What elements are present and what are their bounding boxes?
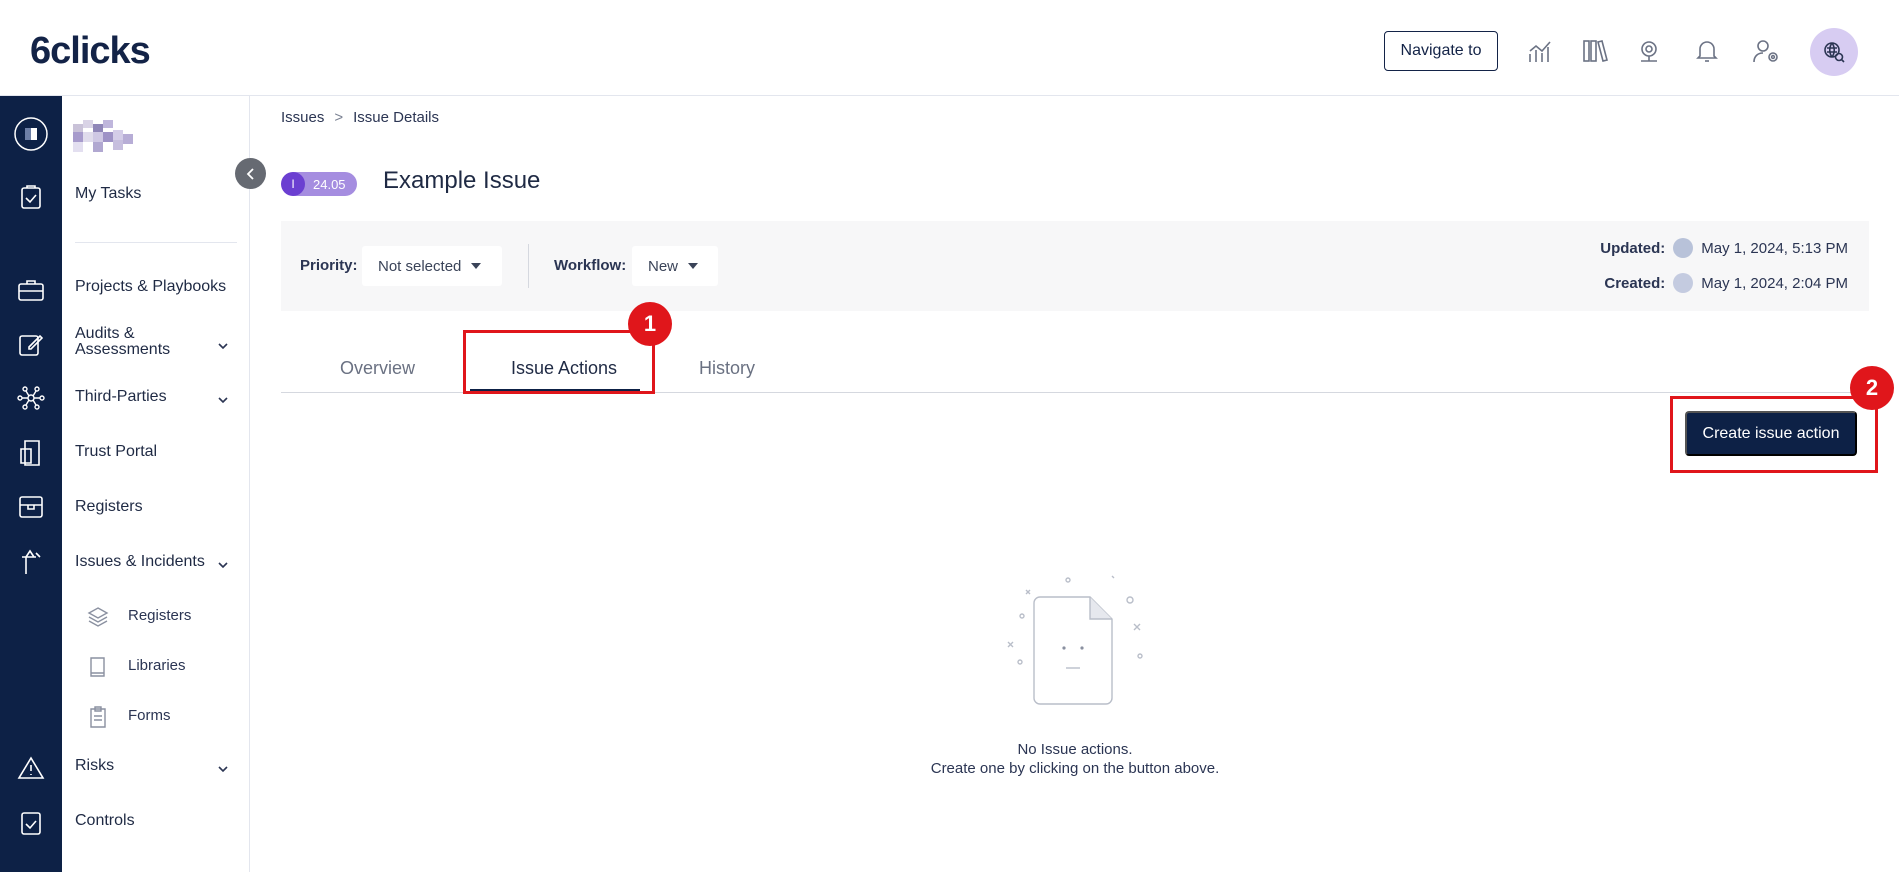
controls-icon[interactable]: [14, 806, 48, 840]
bell-icon[interactable]: [1692, 36, 1722, 66]
caret-down-icon: [471, 263, 482, 269]
sidebar-item-controls[interactable]: Controls: [75, 812, 135, 830]
chevron-down-icon[interactable]: [216, 558, 230, 572]
workflow-label: Workflow:: [554, 257, 627, 274]
breadcrumb-issues[interactable]: Issues: [281, 109, 324, 126]
book-icon: [90, 657, 105, 677]
layers-icon: [87, 607, 109, 627]
workflow-value: New: [648, 257, 679, 275]
priority-value: Not selected: [378, 257, 462, 275]
user-settings-icon[interactable]: [1752, 36, 1782, 66]
sidebar-item-third-parties[interactable]: Third-Parties: [75, 388, 167, 406]
workflow-select[interactable]: New: [632, 246, 718, 286]
callout-highlight-create-button: [1670, 396, 1878, 473]
tab-history[interactable]: History: [699, 358, 755, 379]
app-logo[interactable]: 6clicks: [30, 30, 151, 73]
breadcrumb: Issues > Issue Details: [281, 109, 439, 126]
updated-label: Updated:: [1600, 239, 1666, 257]
page-title: Example Issue: [383, 167, 541, 194]
icon-rail: [0, 96, 62, 872]
badge-letter: I: [281, 172, 305, 196]
top-header: 6clicks Navigate to: [0, 0, 1899, 96]
tab-overview[interactable]: Overview: [340, 358, 415, 379]
issue-info-bar: [281, 221, 1869, 311]
created-row: Created: May 1, 2024, 2:04 PM: [1604, 273, 1848, 293]
chevron-down-icon[interactable]: [216, 393, 230, 407]
callout-highlight-issue-actions: [463, 330, 655, 394]
updated-row: Updated: May 1, 2024, 5:13 PM: [1600, 238, 1848, 258]
sidebar-item-risks[interactable]: Risks: [75, 757, 114, 775]
callout-badge: 1: [628, 302, 672, 346]
tasks-icon[interactable]: [14, 180, 48, 214]
briefcase-icon[interactable]: [14, 273, 48, 307]
navigate-to-button[interactable]: Navigate to: [1384, 31, 1498, 71]
sidebar-item-audits-assessments[interactable]: Audits & Assessments: [75, 326, 205, 358]
priority-label: Priority:: [300, 257, 358, 274]
global-search-icon[interactable]: [1810, 28, 1858, 76]
sidebar: My Tasks Projects & Playbooks Audits & A…: [62, 96, 250, 872]
empty-state-message: No Issue actions. Create one by clicking…: [900, 740, 1250, 778]
priority-select[interactable]: Not selected: [362, 246, 502, 286]
empty-document-icon: [1007, 575, 1143, 705]
library-icon[interactable]: [1580, 36, 1610, 66]
edit-icon[interactable]: [14, 327, 48, 361]
subitem-registers[interactable]: Registers: [128, 607, 191, 624]
network-icon[interactable]: [14, 381, 48, 415]
sidebar-item-projects-playbooks[interactable]: Projects & Playbooks: [75, 278, 226, 296]
caret-down-icon: [688, 263, 699, 269]
sidebar-item-issues-incidents[interactable]: Issues & Incidents: [75, 553, 205, 571]
sidebar-item-registers[interactable]: Registers: [75, 498, 143, 516]
trust-portal-icon[interactable]: [14, 436, 48, 470]
created-value: May 1, 2024, 2:04 PM: [1701, 274, 1848, 292]
avatar: [1673, 238, 1694, 258]
webcam-icon[interactable]: [1634, 36, 1664, 66]
sidebar-divider: [75, 242, 237, 243]
collapse-sidebar-button[interactable]: [235, 158, 266, 189]
organization-logo: [73, 120, 133, 152]
registers-box-icon[interactable]: [14, 490, 48, 524]
empty-state-line1: No Issue actions.: [1017, 741, 1133, 758]
sidebar-item-trust-portal[interactable]: Trust Portal: [75, 443, 157, 461]
empty-state-line2: Create one by clicking on the button abo…: [930, 760, 1220, 777]
sidebar-item-my-tasks[interactable]: My Tasks: [75, 185, 141, 203]
analytics-icon[interactable]: [1526, 36, 1556, 66]
avatar: [1673, 273, 1694, 293]
infobar-divider: [528, 244, 529, 288]
org-logo-icon[interactable]: [14, 117, 48, 151]
chevron-down-icon[interactable]: [216, 762, 230, 776]
issue-id-badge: I 24.05: [281, 172, 357, 196]
issues-icon[interactable]: [14, 545, 48, 579]
callout-badge: 2: [1850, 366, 1894, 410]
subitem-libraries[interactable]: Libraries: [128, 657, 186, 674]
breadcrumb-separator: >: [334, 109, 344, 126]
subitem-forms[interactable]: Forms: [128, 707, 171, 724]
updated-value: May 1, 2024, 5:13 PM: [1701, 239, 1848, 257]
chevron-left-icon: [246, 167, 254, 180]
badge-value: 24.05: [313, 176, 346, 192]
chevron-down-icon[interactable]: [216, 339, 230, 353]
breadcrumb-issue-details: Issue Details: [353, 109, 439, 126]
warning-icon[interactable]: [14, 751, 48, 785]
clipboard-icon: [90, 706, 106, 728]
created-label: Created:: [1604, 274, 1666, 292]
